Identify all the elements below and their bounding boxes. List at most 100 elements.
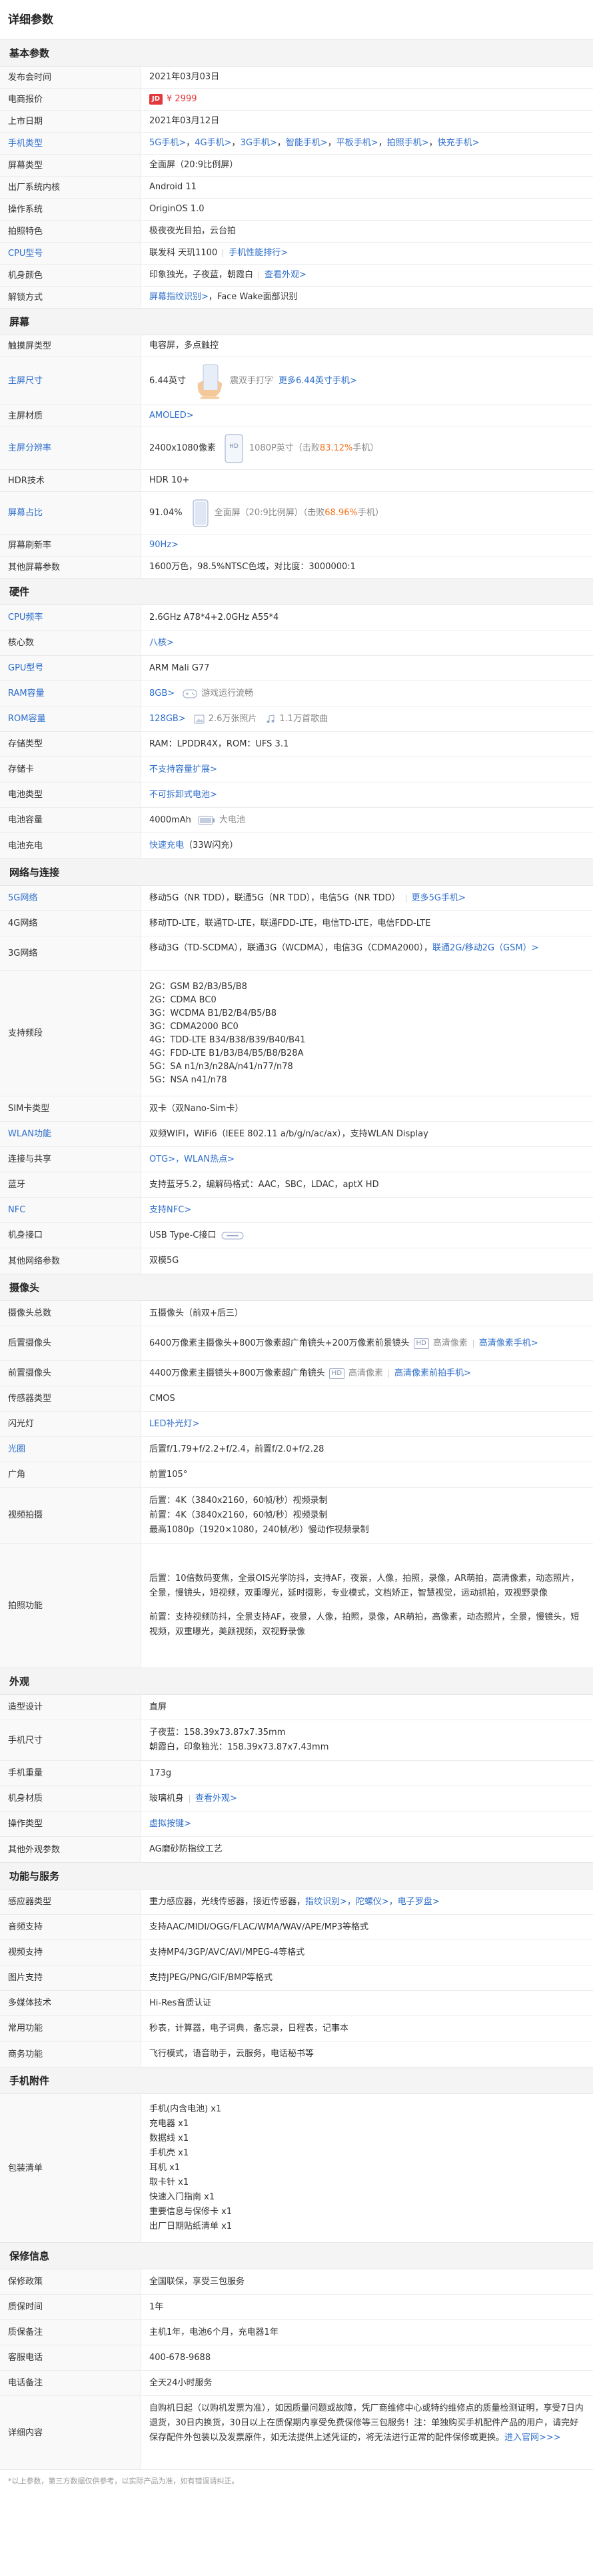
section-title: 硬件 [0,579,593,605]
spec-row: 多媒体技术 Hi-Res音质认证 [0,1991,593,2016]
spec-label-link[interactable]: 手机类型 [0,133,141,154]
official-site-link[interactable]: 进入官网>>> [504,2433,561,2443]
spec-row: CPU频率 2.6GHz A78*4+2.0GHz A55*4 [0,605,593,631]
spec-value: 双模5G [149,1256,179,1266]
price-link[interactable]: JD ¥ 2999 [149,94,197,105]
spec-row: NFC 支持NFC> [0,1198,593,1223]
ram-link[interactable]: 8GB> [149,688,175,699]
footnote: *以上参数，第三方数据仅供参考，以实际产品为准，如有错误请纠正。 [8,2477,239,2485]
spec-label: 闪光灯 [0,1412,141,1436]
section-title: 摄像头 [0,1274,593,1301]
spec-row: 其他外观参数 AG磨砂防指纹工艺 [0,1837,593,1862]
spec-row: 电池充电 快速充电 （33W闪充） [0,833,593,858]
spec-label-link[interactable]: RAM容量 [0,681,141,706]
page-title: 详细参数 [0,0,593,40]
view-appearance-link[interactable]: 查看外观> [265,270,306,281]
spec-row: 电商报价 JD ¥ 2999 [0,89,593,111]
spec-value: 6.44英寸 [149,375,186,386]
spec-row: 核心数 八核> [0,631,593,656]
spec-label-link[interactable]: CPU频率 [0,605,141,630]
spec-label-link[interactable]: NFC [0,1198,141,1222]
spec-label: 拍照特色 [0,221,141,242]
spec-label-link[interactable]: GPU型号 [0,656,141,680]
section-warranty: 保修信息 保修政策 全国联保，享受三包服务 质保时间 1年 质保备注 主机1年，电池6… [0,2243,593,2470]
otg-wlan-link[interactable]: OTG>，WLAN热点> [149,1154,235,1165]
cpu-rank-link[interactable]: 手机性能排行> [229,248,288,259]
svg-text:HD: HD [229,443,239,450]
spec-label: 广角 [0,1462,141,1487]
spec-label-link[interactable]: 光圈 [0,1437,141,1462]
more-size-link[interactable]: 更多6.44英寸手机> [279,376,357,387]
section-title: 外观 [0,1668,593,1695]
rom-link[interactable]: 128GB> [149,714,186,724]
phone-type-link[interactable]: 智能手机 [286,138,320,149]
spec-label-link[interactable]: CPU型号 [0,243,141,264]
nfc-link[interactable]: 支持NFC> [149,1205,191,1216]
spec-label: 感应器类型 [0,1890,141,1914]
spec-label-link[interactable]: ROM容量 [0,706,141,731]
spec-label: HDR技术 [0,470,141,491]
phone-type-link[interactable]: 拍照手机 [387,138,422,149]
divider [388,1369,390,1378]
spec-row: 机身接口 USB Type-C接口 [0,1223,593,1248]
storage-card-link[interactable]: 不支持容量扩展> [149,764,217,775]
amoled-link[interactable]: AMOLED> [149,411,194,421]
spec-row: 闪光灯 LED补光灯> [0,1412,593,1437]
hd-phone-link[interactable]: 高清像素手机> [479,1338,538,1349]
spec-value: 重力感应器，光线传感器，接近传感器， [149,1896,306,1907]
spec-label-link[interactable]: 屏幕占比 [0,492,141,534]
gamepad-icon [183,689,197,698]
spec-value: 400-678-9688 [149,2352,211,2363]
spec-row: 包装清单 手机(内含电池) x1 充电器 x1 数据线 x1 手机壳 x1 耳机… [0,2094,593,2242]
spec-row: 4G网络 移动TD-LTE，联通TD-LTE，联通FDD-LTE，电信TD-LTE… [0,911,593,936]
spec-label-link[interactable]: WLAN功能 [0,1122,141,1146]
spec-label-link[interactable]: 主屏尺寸 [0,357,141,405]
spec-row: 支持频段 2G：GSM B2/B3/B5/B8 2G：CDMA BC0 3G：W… [0,971,593,1096]
core-link[interactable]: 八核> [149,638,174,648]
phone-type-link[interactable]: 5G手机 [149,138,179,149]
sensor-links[interactable]: 指纹识别>，陀螺仪>，电子罗盘> [305,1897,440,1908]
refresh-rate-link[interactable]: 90Hz> [149,540,179,551]
hd-phone-icon: HD [224,433,244,464]
band-item: 3G：CDMA2000 BC0 [149,1021,239,1032]
spec-row: 客服电话 400-678-9688 [0,2345,593,2371]
spec-label: 触摸屏类型 [0,335,141,357]
spec-value: 移动5G（NR TDD），联通5G（NR TDD），电信5G（NR TDD） [149,892,400,903]
usb-c-icon [221,1231,244,1240]
spec-value: 直屏 [149,1702,167,1712]
2g-link[interactable]: 联通2G/移动2G（GSM）> [432,943,539,953]
spec-row: 电话备注 全天24小时服务 [0,2371,593,2396]
spec-row: 主屏分辨率 2400x1080像素 HD 1080P英寸（击败 83.12% 手机） [0,427,593,470]
spec-value: （33W闪充） [184,840,239,850]
view-appearance-link[interactable]: 查看外观> [195,1794,237,1804]
spec-label-link[interactable]: 5G网络 [0,886,141,910]
video-item: 后置：4K（3840x2160，60帧/秒）视频录制 [149,1495,328,1506]
spec-label: 多媒体技术 [0,1991,141,2015]
spec-row: GPU型号 ARM Mali G77 [0,656,593,681]
fingerprint-link[interactable]: 屏幕指纹识别> [149,292,209,303]
package-item: 充电器 x1 [149,2119,189,2129]
section-title: 手机附件 [0,2067,593,2094]
package-item: 手机壳 x1 [149,2148,189,2158]
flash-link[interactable]: LED补光灯> [149,1419,199,1430]
ratio-note: 全面屏（20:9比例屏）（击败 [214,507,325,518]
spec-label-link[interactable]: 主屏分辨率 [0,427,141,469]
spec-label: 上市日期 [0,111,141,132]
spec-value: 极夜夜光目拍，云台拍 [149,226,237,236]
phone-type-link[interactable]: 平板手机 [336,138,371,149]
spec-row: 质保备注 主机1年，电池6个月，充电器1年 [0,2320,593,2345]
phone-type-link[interactable]: 快充手机 [438,138,472,149]
more-5g-link[interactable]: 更多5G手机> [412,893,466,904]
virtual-key-link[interactable]: 虚拟按键> [149,1819,191,1830]
hd-selfie-link[interactable]: 高清像素前拍手机> [394,1368,471,1379]
spec-row: 电池容量 4000mAh 大电池 [0,808,593,833]
spec-value: RAM：LPDDR4X，ROM：UFS 3.1 [149,738,289,749]
band-item: 5G：SA n1/n3/n28A/n41/n77/n78 [149,1061,293,1072]
battery-type-link[interactable]: 不可拆卸式电池> [149,790,217,800]
spec-value: 印象独光，子夜蓝，朝霞白 [149,270,254,280]
fast-charge-link[interactable]: 快速充电 [149,840,184,851]
section-screen: 屏幕 触摸屏类型 电容屏，多点触控 主屏尺寸 6.44英寸 震双手打字 更多6.44… [0,309,593,579]
phone-type-link[interactable]: 3G手机 [241,138,270,149]
spec-value: 4400万像素主摄镜头+800万像素超广角镜头 [149,1368,325,1378]
phone-type-link[interactable]: 4G手机 [195,138,224,149]
